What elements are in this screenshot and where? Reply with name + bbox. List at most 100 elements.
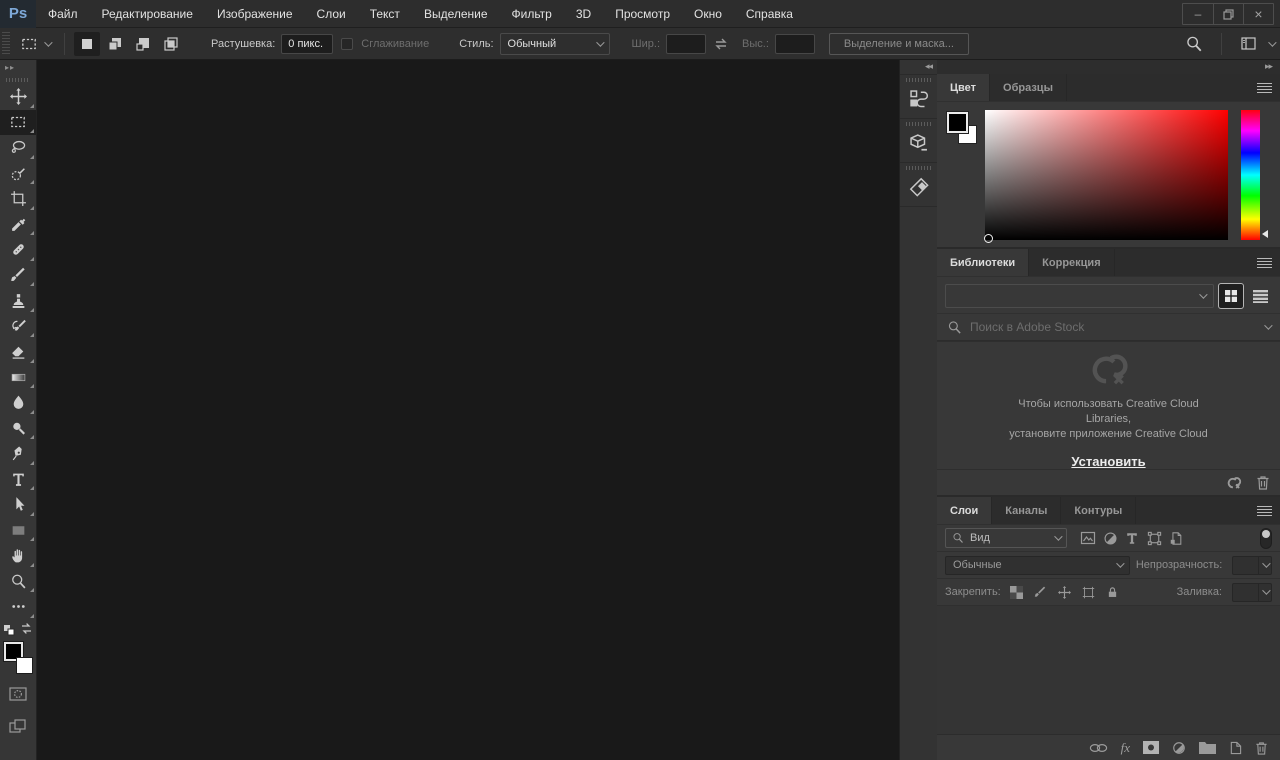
- swap-colors-icon[interactable]: [20, 622, 33, 635]
- restore-button[interactable]: [1213, 4, 1243, 24]
- panel-menu-icon[interactable]: [1257, 258, 1272, 268]
- quick-mask-button[interactable]: [0, 682, 36, 706]
- edit-toolbar-button[interactable]: [0, 594, 36, 620]
- color-picker-handle[interactable]: [984, 234, 993, 243]
- move-tool[interactable]: [0, 84, 36, 110]
- menu-help[interactable]: Справка: [734, 0, 805, 28]
- tab-adjustments[interactable]: Коррекция: [1029, 249, 1114, 276]
- new-group-icon[interactable]: [1199, 741, 1216, 754]
- layer-mask-icon[interactable]: [1143, 741, 1159, 754]
- saturation-brightness-field[interactable]: [985, 110, 1228, 240]
- menu-edit[interactable]: Редактирование: [90, 0, 205, 28]
- filter-pixel-layers-button[interactable]: [1077, 528, 1099, 548]
- subtract-from-selection-mode-button[interactable]: [130, 32, 156, 56]
- menu-filter[interactable]: Фильтр: [500, 0, 564, 28]
- stock-search-input[interactable]: [970, 320, 1256, 334]
- delete-layer-icon[interactable]: [1255, 741, 1268, 755]
- brush-tool[interactable]: [0, 263, 36, 289]
- crop-tool[interactable]: [0, 186, 36, 212]
- collapse-toolbar-button[interactable]: ▸▸: [0, 60, 36, 75]
- blur-tool[interactable]: [0, 390, 36, 416]
- grid-view-button[interactable]: [1219, 284, 1243, 308]
- menu-window[interactable]: Окно: [682, 0, 734, 28]
- menu-layers[interactable]: Слои: [305, 0, 358, 28]
- lock-all-button[interactable]: [1103, 583, 1123, 601]
- type-tool[interactable]: [0, 467, 36, 493]
- adjustment-layer-icon[interactable]: [1172, 741, 1186, 755]
- pen-tool[interactable]: [0, 441, 36, 467]
- hue-slider[interactable]: [1241, 110, 1260, 240]
- trash-icon[interactable]: [1256, 475, 1270, 490]
- filter-shape-layers-button[interactable]: [1143, 528, 1165, 548]
- rectangular-marquee-tool[interactable]: [0, 110, 36, 136]
- menu-view[interactable]: Просмотр: [603, 0, 682, 28]
- select-and-mask-button[interactable]: Выделение и маска...: [829, 33, 969, 55]
- antialias-checkbox[interactable]: [341, 38, 353, 50]
- gradient-tool[interactable]: [0, 365, 36, 391]
- opacity-value-box[interactable]: [1232, 556, 1272, 575]
- eraser-tool[interactable]: [0, 339, 36, 365]
- menu-select[interactable]: Выделение: [412, 0, 500, 28]
- dodge-tool[interactable]: [0, 416, 36, 442]
- lock-position-button[interactable]: [1055, 583, 1075, 601]
- menu-type[interactable]: Текст: [358, 0, 412, 28]
- layers-list[interactable]: [937, 606, 1280, 734]
- expand-panels-button[interactable]: ◂◂: [900, 60, 937, 74]
- default-colors-icon[interactable]: [3, 624, 16, 637]
- lasso-tool[interactable]: [0, 135, 36, 161]
- chevron-down-icon[interactable]: [1268, 38, 1276, 46]
- library-select-dropdown[interactable]: [945, 284, 1214, 308]
- history-brush-tool[interactable]: [0, 314, 36, 340]
- width-input[interactable]: [666, 34, 706, 54]
- panel-menu-icon[interactable]: [1257, 506, 1272, 516]
- tab-paths[interactable]: Контуры: [1061, 497, 1136, 524]
- clone-stamp-tool[interactable]: [0, 288, 36, 314]
- collapse-panels-button[interactable]: ▸▸: [937, 60, 1280, 74]
- zoom-tool[interactable]: [0, 569, 36, 595]
- fill-value-box[interactable]: [1232, 583, 1272, 602]
- menu-3d[interactable]: 3D: [564, 0, 603, 28]
- workspace-icon[interactable]: [1240, 36, 1258, 52]
- menu-file[interactable]: Файл: [36, 0, 90, 28]
- blend-mode-dropdown[interactable]: Обычные: [945, 556, 1130, 575]
- filter-type-layers-button[interactable]: [1121, 528, 1143, 548]
- link-layers-icon[interactable]: [1089, 742, 1108, 754]
- eyedropper-tool[interactable]: [0, 212, 36, 238]
- tab-color[interactable]: Цвет: [937, 74, 990, 101]
- rectangle-tool[interactable]: [0, 518, 36, 544]
- lock-transparency-button[interactable]: [1007, 583, 1027, 601]
- tab-libraries[interactable]: Библиотеки: [937, 249, 1029, 276]
- tab-swatches[interactable]: Образцы: [990, 74, 1067, 101]
- toolbar-grip[interactable]: [6, 78, 30, 82]
- layer-style-icon[interactable]: fx: [1121, 740, 1130, 756]
- background-color-swatch[interactable]: [16, 657, 33, 674]
- intersect-selection-mode-button[interactable]: [158, 32, 184, 56]
- list-view-button[interactable]: [1248, 284, 1272, 308]
- add-to-selection-mode-button[interactable]: [102, 32, 128, 56]
- lock-pixels-button[interactable]: [1031, 583, 1051, 601]
- adobe-stock-search[interactable]: [937, 313, 1280, 341]
- tool-preset-picker[interactable]: [14, 35, 56, 53]
- new-selection-mode-button[interactable]: [74, 32, 100, 56]
- options-grip[interactable]: [2, 32, 10, 56]
- path-selection-tool[interactable]: [0, 492, 36, 518]
- swap-dimensions-icon[interactable]: [712, 36, 730, 52]
- lock-artboard-button[interactable]: [1079, 583, 1099, 601]
- comments-panel-button[interactable]: [900, 162, 937, 206]
- properties-panel-button[interactable]: [900, 118, 937, 162]
- layer-filter-dropdown[interactable]: Вид: [945, 528, 1067, 548]
- layer-filtering-toggle[interactable]: [1260, 528, 1272, 549]
- hue-slider-handle[interactable]: [1262, 230, 1268, 238]
- tab-channels[interactable]: Каналы: [992, 497, 1061, 524]
- quick-selection-tool[interactable]: [0, 161, 36, 187]
- filter-smart-objects-button[interactable]: [1165, 528, 1187, 548]
- new-layer-icon[interactable]: [1229, 741, 1242, 755]
- filter-adjustment-layers-button[interactable]: [1099, 528, 1121, 548]
- height-input[interactable]: [775, 34, 815, 54]
- search-icon[interactable]: [1185, 35, 1203, 53]
- feather-input[interactable]: [281, 34, 333, 54]
- tab-layers[interactable]: Слои: [937, 497, 992, 524]
- foreground-color-swatch[interactable]: [947, 112, 968, 133]
- history-panel-button[interactable]: [900, 74, 937, 118]
- install-link[interactable]: Установить: [1071, 454, 1145, 469]
